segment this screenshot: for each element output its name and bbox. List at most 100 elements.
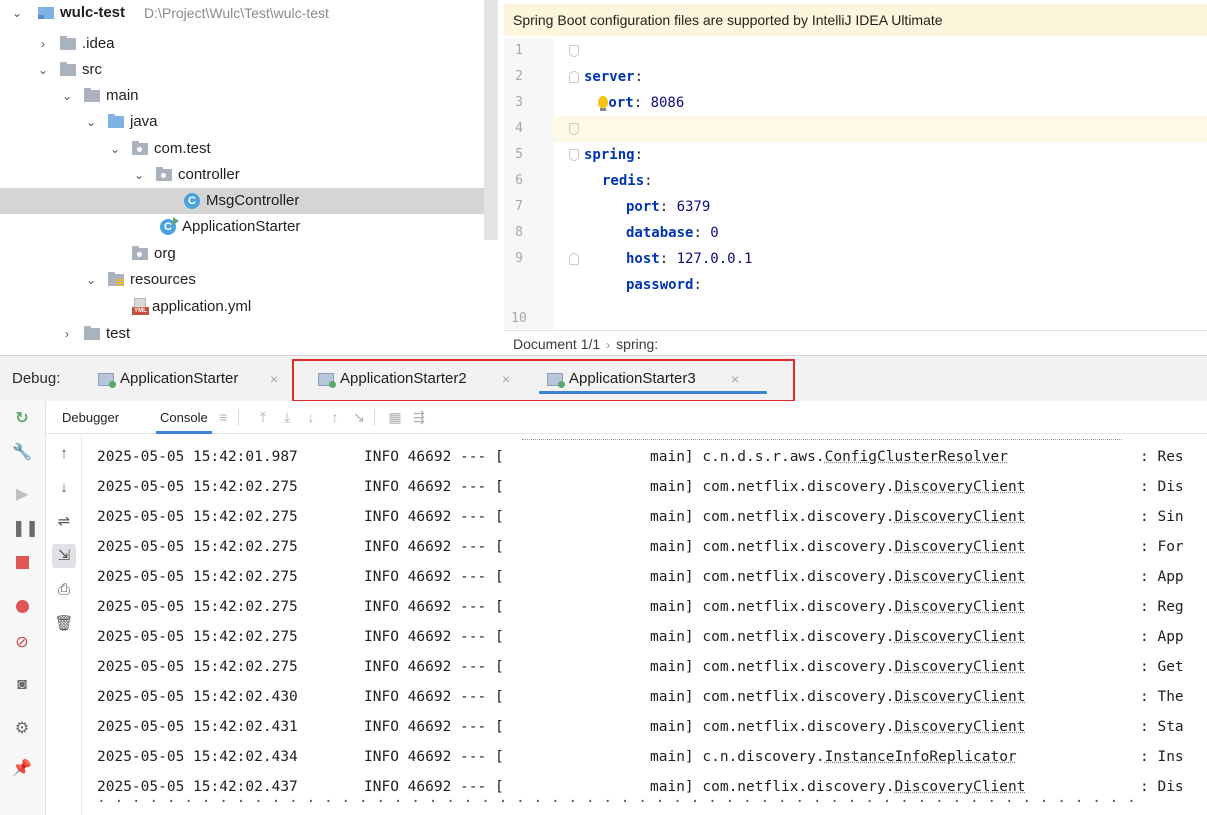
tree-item-test[interactable]: › test	[0, 321, 484, 347]
log-class-link[interactable]: DiscoveryClient	[894, 719, 1025, 735]
tree-item-idea[interactable]: › .idea	[0, 31, 484, 57]
camera-icon[interactable]: ◙	[12, 675, 32, 695]
log-class-link[interactable]: DiscoveryClient	[894, 479, 1025, 495]
fold-end-icon[interactable]	[569, 253, 579, 265]
clear-all-icon[interactable]: 🗑	[52, 612, 76, 636]
tree-item-src[interactable]: ⌄ src	[0, 57, 484, 83]
log-class-link[interactable]: DiscoveryClient	[894, 629, 1025, 645]
tree-item-org[interactable]: org	[0, 241, 484, 267]
debug-subtoolbar: Debugger Console ≡ ⤒ ⤓ ↓ ↑ ↘ ▦ ⇶	[46, 401, 1207, 434]
log-thread: main]	[650, 509, 694, 525]
scroll-to-end-icon[interactable]: ⇲	[52, 544, 76, 568]
breadcrumb: Document 1/1 › spring:	[504, 330, 1207, 356]
log-logger: main] com.netflix.discovery.DiscoveryCli…	[650, 592, 1025, 622]
code-line[interactable]: redis:	[554, 142, 1207, 189]
chevron-down-icon[interactable]: ⌄	[84, 267, 98, 293]
tree-item-main[interactable]: ⌄ main	[0, 83, 484, 109]
chevron-right-icon[interactable]: ›	[60, 321, 74, 347]
log-class-link[interactable]: InstanceInfoReplicator	[825, 749, 1017, 765]
line-number: 7	[515, 199, 523, 214]
project-tree-panel: ⌄ wulc-test D:\Project\Wulc\Test\wulc-te…	[0, 0, 500, 355]
tree-item-root[interactable]: ⌄ wulc-test D:\Project\Wulc\Test\wulc-te…	[0, 0, 484, 26]
log-class-link[interactable]: DiscoveryClient	[894, 539, 1025, 555]
log-thread: main]	[650, 629, 694, 645]
close-icon[interactable]: ×	[270, 356, 278, 402]
log-class-link[interactable]: DiscoveryClient	[894, 599, 1025, 615]
runnable-class-icon: C	[160, 217, 179, 235]
code-line[interactable]: port: 8086	[554, 64, 1207, 111]
chevron-down-icon[interactable]: ⌄	[108, 136, 122, 162]
scroll-up-icon[interactable]: ↑	[52, 442, 76, 466]
step-out-icon[interactable]: ↑	[326, 408, 344, 426]
fold-end-icon[interactable]	[569, 71, 579, 83]
breadcrumb-document[interactable]: Document 1/1	[513, 336, 600, 352]
fold-icon[interactable]	[569, 45, 579, 57]
tab-debugger[interactable]: Debugger	[62, 401, 119, 434]
code-line[interactable]: port: 6379	[554, 168, 1207, 215]
print-icon[interactable]: ⎙	[52, 578, 76, 602]
resume-icon[interactable]: ▶	[12, 485, 32, 505]
tree-item-java[interactable]: ⌄ java	[0, 109, 484, 135]
log-class-link[interactable]: ConfigClusterResolver	[825, 449, 1008, 465]
pause-icon[interactable]: ❚❚	[12, 519, 39, 539]
resources-folder-icon	[108, 272, 124, 286]
tree-item-application-yml[interactable]: YML application.yml	[0, 294, 484, 320]
console-toolbar: ↑ ↓ ⇌ ⇲ ⎙ 🗑	[46, 434, 82, 815]
layout-icon[interactable]: ≡	[214, 408, 232, 426]
settings-icon[interactable]: ⚙	[12, 719, 32, 739]
log-class-link[interactable]: DiscoveryClient	[894, 569, 1025, 585]
step-into-icon[interactable]: ↓	[302, 408, 320, 426]
tree-item-com-test[interactable]: ⌄ com.test	[0, 136, 484, 162]
chevron-right-icon[interactable]: ›	[36, 31, 50, 57]
chevron-down-icon[interactable]: ⌄	[36, 57, 50, 83]
fold-icon[interactable]	[569, 123, 579, 135]
code-line[interactable]: password:	[554, 246, 1207, 293]
line-number: 2	[515, 69, 523, 84]
wrench-icon[interactable]: 🔧	[12, 443, 32, 463]
chevron-down-icon[interactable]: ⌄	[60, 83, 74, 109]
stop-icon[interactable]	[12, 553, 32, 573]
tree-item-controller[interactable]: ⌄ controller	[0, 162, 484, 188]
log-message: : Get	[1140, 659, 1184, 675]
chevron-down-icon[interactable]: ⌄	[10, 0, 24, 26]
pin-icon[interactable]: 📌	[12, 759, 32, 779]
tab-console[interactable]: Console	[156, 401, 212, 434]
console-output[interactable]: 2025-05-05 15:42:01.987 INFO 46692 --- [m…	[82, 434, 1207, 815]
log-level-pid: INFO 46692 --- [	[364, 509, 504, 525]
tab-applicationstarter[interactable]: ApplicationStarter ×	[98, 356, 288, 402]
trace-stream-icon[interactable]: ⇶	[410, 408, 428, 426]
yaml-editor[interactable]: Spring Boot configuration files are supp…	[504, 0, 1207, 356]
code-line[interactable]: database: 0	[554, 194, 1207, 241]
chevron-down-icon[interactable]: ⌄	[84, 109, 98, 135]
tree-item-label: org	[154, 245, 176, 262]
scroll-down-icon[interactable]: ↓	[52, 476, 76, 500]
chevron-down-icon[interactable]: ⌄	[132, 162, 146, 188]
soft-wrap-icon[interactable]: ⇌	[52, 510, 76, 534]
view-breakpoints-icon[interactable]	[12, 597, 32, 617]
log-class-link[interactable]: DiscoveryClient	[894, 659, 1025, 675]
tree-item-applicationstarter[interactable]: C ApplicationStarter	[0, 214, 484, 240]
rerun-icon[interactable]: ↻	[12, 409, 32, 429]
code-line[interactable]: host: 127.0.0.1	[554, 220, 1207, 267]
show-execution-point-icon[interactable]: ⤒	[254, 408, 272, 426]
code-line[interactable]: server:	[554, 38, 1207, 85]
evaluate-expression-icon[interactable]: ▦	[386, 408, 404, 426]
package-icon	[132, 246, 148, 260]
mute-breakpoints-icon[interactable]: ⊘	[12, 633, 32, 653]
log-level-pid: INFO 46692 --- [	[364, 719, 504, 735]
log-message: : App	[1140, 629, 1184, 645]
lightbulb-icon[interactable]	[598, 96, 608, 111]
code-line-current[interactable]: spring:	[554, 116, 1207, 163]
log-class-link[interactable]: DiscoveryClient	[894, 509, 1025, 525]
fold-icon[interactable]	[569, 149, 579, 161]
project-scrollbar[interactable]	[484, 0, 498, 240]
tree-item-resources[interactable]: ⌄ resources	[0, 267, 484, 293]
tree-item-msgcontroller[interactable]: C MsgController	[0, 188, 484, 214]
run-to-cursor-icon[interactable]: ↘	[350, 408, 368, 426]
code-line[interactable]	[554, 90, 1207, 116]
log-class-link[interactable]: DiscoveryClient	[894, 689, 1025, 705]
breadcrumb-path[interactable]: spring:	[616, 336, 658, 352]
log-message: : Ins	[1140, 749, 1184, 765]
step-over-icon[interactable]: ⤓	[278, 408, 296, 426]
line-number: 9	[515, 251, 523, 266]
